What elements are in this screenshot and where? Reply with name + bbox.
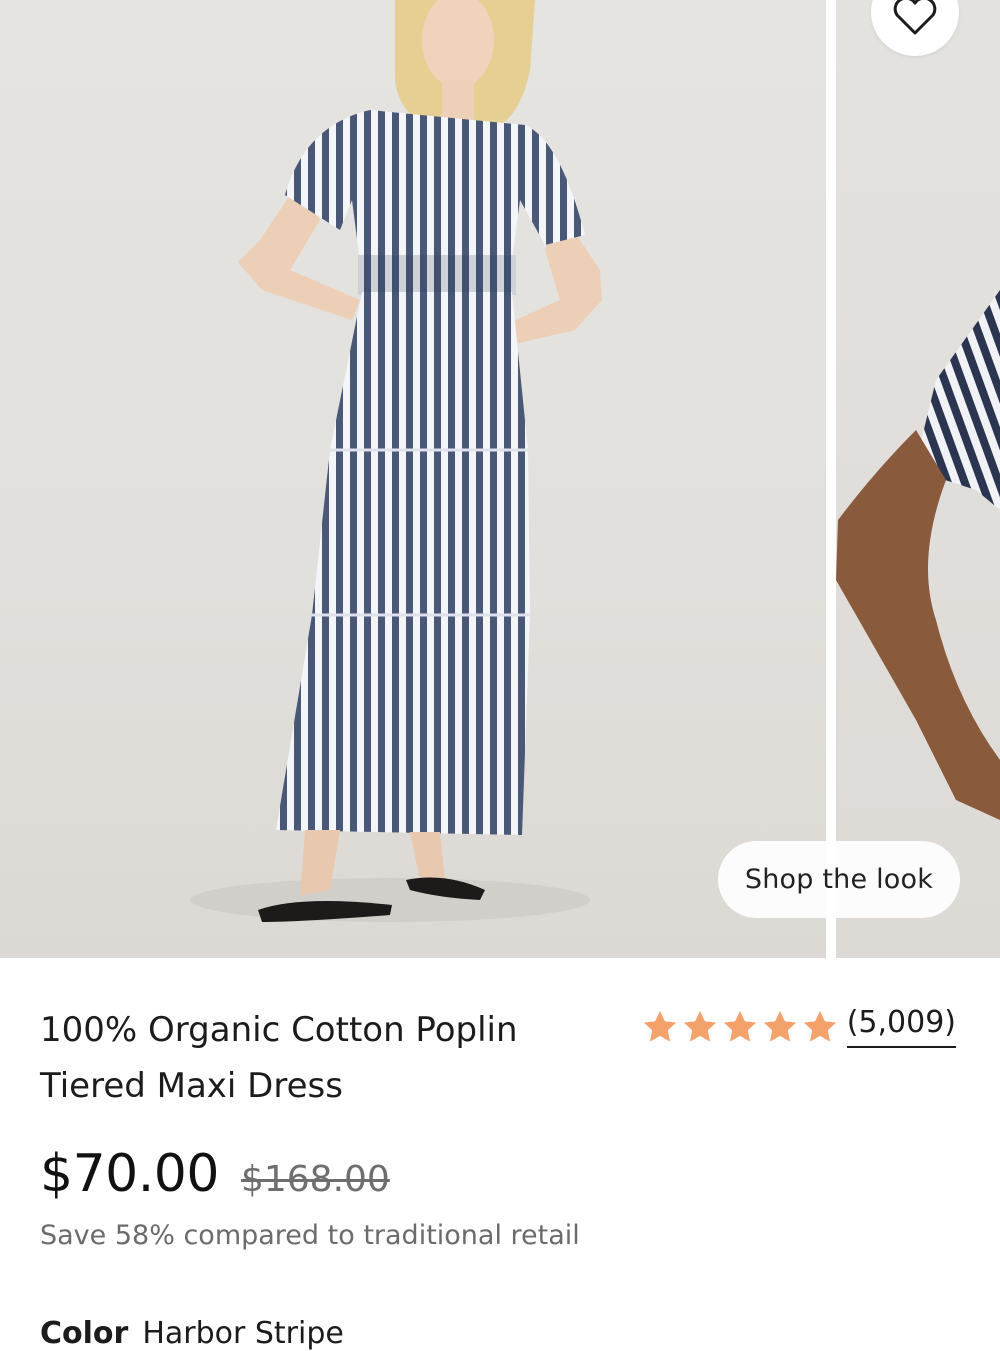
star-icon [643, 1010, 676, 1042]
sale-price: $70.00 [40, 1144, 219, 1204]
heart-icon [893, 0, 937, 35]
rating-summary[interactable]: (5,009) [641, 1006, 956, 1048]
product-image-gallery[interactable]: Shop the look [0, 0, 1000, 958]
price-row: $70.00 $168.00 [40, 1144, 390, 1204]
star-icon [683, 1010, 716, 1042]
product-title-line1: 100% Organic Cotton Poplin [40, 1010, 518, 1050]
product-title: 100% Organic Cotton Poplin Tiered Maxi D… [40, 1002, 600, 1114]
review-count-link[interactable]: (5,009) [846, 1006, 956, 1048]
star-icon [763, 1010, 796, 1042]
model-illustration [190, 0, 602, 922]
product-photo-main[interactable] [0, 0, 826, 958]
star-icon [723, 1010, 756, 1042]
product-photo-secondary[interactable] [836, 0, 1000, 958]
color-selection-label: Color Harbor Stripe [40, 1316, 344, 1351]
color-label: Color [40, 1316, 129, 1351]
star-icon [803, 1010, 836, 1042]
color-value: Harbor Stripe [142, 1316, 344, 1351]
savings-text: Save 58% compared to traditional retail [40, 1220, 580, 1251]
product-title-line2: Tiered Maxi Dress [40, 1066, 343, 1106]
original-price: $168.00 [240, 1159, 390, 1200]
star-rating [641, 1008, 839, 1046]
shop-the-look-button[interactable]: Shop the look [718, 841, 960, 918]
model-closeup-illustration [836, 290, 1000, 820]
